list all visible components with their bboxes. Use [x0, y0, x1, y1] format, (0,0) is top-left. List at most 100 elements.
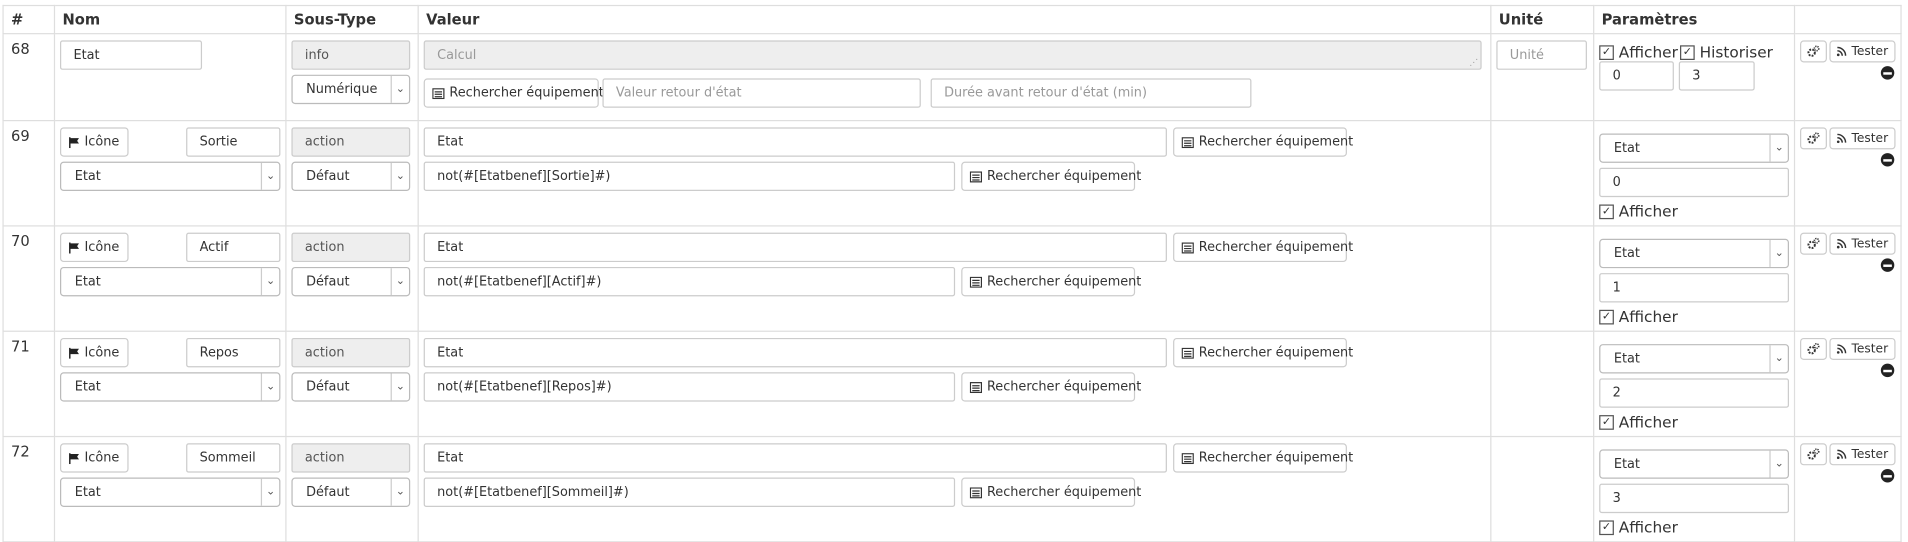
remove-icon[interactable] — [1880, 258, 1895, 272]
subtype-select[interactable]: Défaut ⌄ — [291, 477, 411, 507]
name-input[interactable]: Etat — [60, 40, 203, 70]
name-input[interactable]: Repos — [186, 337, 281, 368]
afficher-checkbox[interactable]: ✓ Afficher — [1599, 518, 1678, 536]
param-value-input[interactable]: 3 — [1599, 483, 1789, 514]
valeur-retour-input[interactable]: Valeur retour d'état — [602, 78, 921, 108]
flag-icon — [69, 136, 80, 148]
cell-nom: Icône Sommeil Etat ⌄ — [53, 435, 287, 542]
afficher-checkbox[interactable]: ✓ Afficher — [1599, 307, 1678, 326]
calcul-input[interactable]: not(#[Etatbenef][Actif]#) — [423, 266, 956, 297]
icone-button[interactable]: Icône — [60, 443, 129, 473]
param-value-input[interactable]: 1 — [1599, 273, 1789, 303]
remove-icon[interactable] — [1880, 66, 1895, 80]
param-select-value: Etat — [1613, 140, 1640, 156]
rechercher-equipement-button[interactable]: Rechercher équipement — [961, 161, 1141, 192]
param-select[interactable]: Etat ⌄ — [1599, 133, 1789, 163]
value-input[interactable]: Etat — [423, 337, 1167, 368]
subtype-select[interactable]: Défaut ⌄ — [291, 266, 411, 297]
cell-valeur: Calcul ⋰ Rechercher équipement Valeur re… — [417, 33, 1492, 122]
subtype-select-value: Défaut — [306, 274, 350, 289]
subtype-select[interactable]: Numérique ⌄ — [291, 74, 411, 105]
calcul-input[interactable]: not(#[Etatbenef][Repos]#) — [423, 372, 956, 402]
tester-button[interactable]: Tester — [1829, 40, 1896, 63]
configure-button[interactable] — [1800, 443, 1827, 466]
remove-icon[interactable] — [1880, 468, 1895, 483]
icone-button[interactable]: Icône — [60, 127, 129, 157]
duree-retour-input[interactable]: Durée avant retour d'état (min) — [930, 78, 1252, 108]
param-value-input[interactable]: 0 — [1599, 167, 1789, 198]
rss-icon — [1836, 133, 1847, 144]
subtype-select[interactable]: Défaut ⌄ — [291, 372, 411, 402]
resize-grip-icon[interactable]: ⋰ — [1469, 58, 1478, 67]
rechercher-equipement-button[interactable]: Rechercher équipement — [961, 372, 1141, 402]
rechercher-label: Rechercher équipement — [1198, 134, 1354, 150]
configure-button[interactable] — [1800, 232, 1827, 255]
duree-placeholder: Durée avant retour d'état (min) — [944, 85, 1147, 101]
rss-icon — [1836, 344, 1847, 354]
tester-button[interactable]: Tester — [1829, 337, 1896, 361]
remove-icon[interactable] — [1880, 153, 1895, 167]
cell-parametres: Etat ⌄ 0 ✓ Afficher — [1593, 120, 1796, 227]
afficher-checkbox[interactable]: ✓ Afficher — [1599, 413, 1678, 431]
list-icon — [969, 170, 983, 182]
calcul-input[interactable]: not(#[Etatbenef][Sortie]#) — [423, 161, 956, 192]
param-select[interactable]: Etat ⌄ — [1599, 238, 1789, 269]
value-input[interactable]: Etat — [423, 127, 1167, 157]
icone-button[interactable]: Icône — [60, 232, 129, 263]
info-link-select[interactable]: Etat ⌄ — [60, 161, 281, 192]
unite-input[interactable]: Unité — [1496, 40, 1587, 70]
commands-table: # Nom Sous-Type Valeur Unité Paramètres … — [2, 4, 1902, 542]
name-input[interactable]: Sommeil — [186, 443, 281, 473]
cell-num: 68 — [2, 33, 56, 122]
afficher-checkbox[interactable]: ✓ Afficher — [1599, 202, 1678, 220]
checkbox-checked-icon: ✓ — [1599, 414, 1614, 430]
info-link-select[interactable]: Etat ⌄ — [60, 477, 281, 507]
rechercher-equipement-button[interactable]: Rechercher équipement — [961, 477, 1141, 507]
unite-placeholder: Unité — [1509, 47, 1544, 63]
configure-button[interactable] — [1800, 337, 1827, 361]
cell-num: 71 — [2, 330, 56, 438]
gears-icon — [1807, 132, 1820, 144]
calcul-textarea[interactable]: Calcul ⋰ — [423, 40, 1482, 70]
checkbox-checked-icon: ✓ — [1599, 44, 1614, 60]
max-input[interactable]: 3 — [1678, 61, 1755, 91]
tester-button[interactable]: Tester — [1829, 232, 1896, 255]
info-link-select[interactable]: Etat ⌄ — [60, 372, 281, 402]
rechercher-equipement-button[interactable]: Rechercher équipement — [423, 78, 604, 108]
historiser-checkbox[interactable]: ✓ Historiser — [1680, 43, 1773, 61]
chevron-down-icon: ⌄ — [390, 162, 409, 190]
chevron-down-icon: ⌄ — [390, 373, 409, 401]
rechercher-equipement-button[interactable]: Rechercher équipement — [1173, 232, 1353, 263]
gears-icon — [1807, 343, 1820, 355]
afficher-checkbox[interactable]: ✓ Afficher — [1599, 43, 1678, 61]
cell-valeur: Etat Rechercher équipement not(#[Etatben… — [417, 225, 1492, 332]
remove-icon[interactable] — [1880, 363, 1895, 378]
header-valeur: Valeur — [417, 4, 1492, 35]
info-link-select[interactable]: Etat ⌄ — [60, 266, 281, 297]
calcul-input[interactable]: not(#[Etatbenef][Sommeil]#) — [423, 477, 956, 507]
icone-button[interactable]: Icône — [60, 337, 129, 368]
name-input[interactable]: Actif — [186, 232, 281, 263]
rechercher-equipement-button[interactable]: Rechercher équipement — [961, 266, 1141, 297]
rechercher-equipement-button[interactable]: Rechercher équipement — [1173, 127, 1353, 157]
cell-parametres: Etat ⌄ 1 ✓ Afficher — [1593, 225, 1796, 332]
info-link-value: Etat — [74, 168, 101, 184]
param-value-input[interactable]: 2 — [1599, 378, 1789, 408]
name-input[interactable]: Sortie — [186, 127, 281, 157]
min-input[interactable]: 0 — [1599, 61, 1674, 91]
rechercher-equipement-button[interactable]: Rechercher équipement — [1173, 337, 1353, 368]
value-input[interactable]: Etat — [423, 232, 1167, 263]
subtype-select[interactable]: Défaut ⌄ — [291, 161, 411, 192]
tester-button[interactable]: Tester — [1829, 443, 1896, 466]
param-select[interactable]: Etat ⌄ — [1599, 449, 1789, 479]
historiser-label: Historiser — [1699, 42, 1773, 62]
param-select[interactable]: Etat ⌄ — [1599, 344, 1789, 374]
configure-button[interactable] — [1800, 40, 1827, 63]
tester-button[interactable]: Tester — [1829, 127, 1896, 150]
configure-button[interactable] — [1800, 127, 1827, 150]
cell-actions: Tester — [1793, 120, 1902, 227]
cell-valeur: Etat Rechercher équipement not(#[Etatben… — [417, 120, 1492, 227]
tester-label: Tester — [1851, 342, 1889, 356]
value-input[interactable]: Etat — [423, 443, 1167, 473]
rechercher-equipement-button[interactable]: Rechercher équipement — [1173, 443, 1353, 473]
